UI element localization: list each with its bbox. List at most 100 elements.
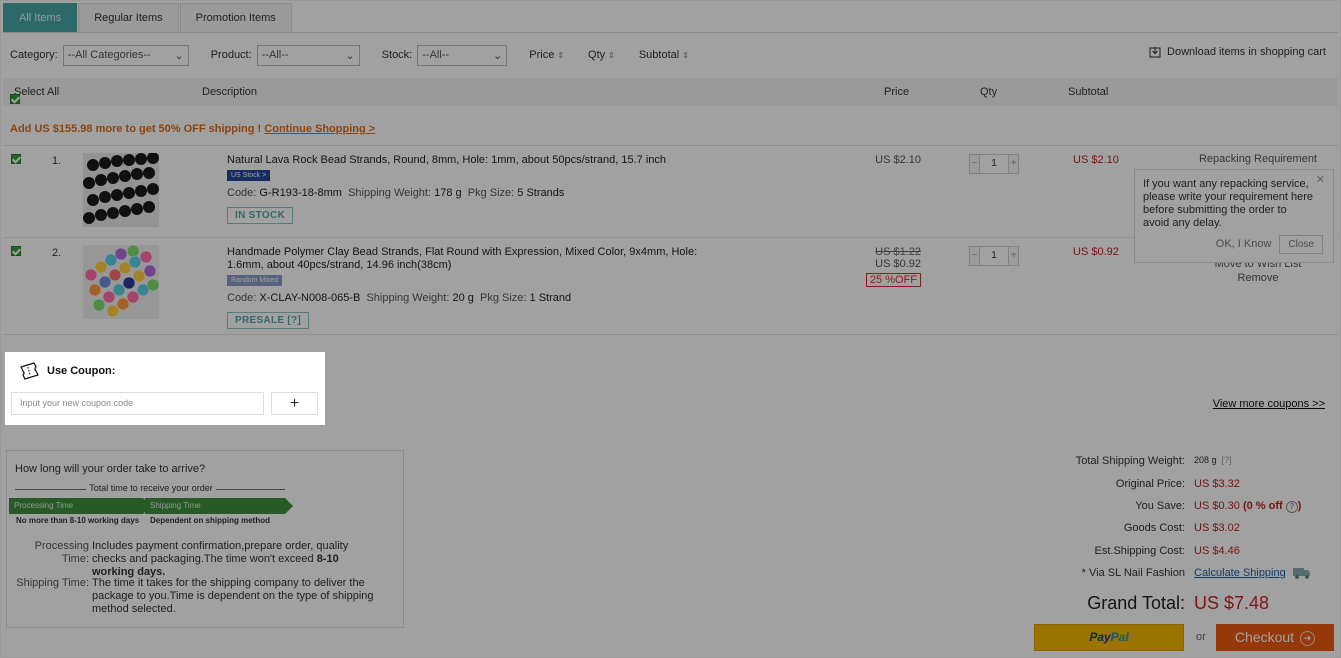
calculate-shipping-link[interactable]: Calculate Shipping [1194, 567, 1286, 579]
processing-note: No more than 8-10 working days [16, 516, 140, 525]
processing-time-label-2: Time: [61, 553, 89, 565]
shopping-cart-page: All Items Regular Items Promotion Items … [0, 0, 1341, 658]
pkg-label: Pkg Size: [480, 292, 527, 304]
product-image[interactable] [83, 245, 159, 319]
add-coupon-button[interactable]: + [271, 392, 318, 415]
download-icon [1149, 47, 1161, 58]
item-price: US $2.10 [861, 154, 921, 166]
filter-bar: Category: --All Categories-- ⌄ Product: … [10, 44, 713, 66]
weight-help-link[interactable]: [?] [1222, 455, 1232, 465]
item-weight: 20 g [452, 292, 474, 304]
remove-link[interactable]: Remove [1193, 271, 1323, 285]
tab-regular-items[interactable]: Regular Items [78, 3, 179, 32]
total-time-label: Total time to receive your order [15, 483, 287, 493]
help-icon[interactable]: ? [1285, 501, 1298, 513]
item-description: Natural Lava Rock Bead Strands, Round, 8… [227, 154, 727, 224]
item-checkbox[interactable] [11, 154, 21, 164]
shipping-time-arrow: Shipping Time [145, 498, 293, 514]
coupon-ticket-icon [20, 362, 39, 380]
item-number: 2. [52, 247, 62, 259]
qty-decrease-button[interactable]: − [969, 246, 980, 266]
item-meta: Code: G-R193-18-8mm Shipping Weight: 178… [227, 187, 727, 200]
paypal-button[interactable]: PayPal [1034, 624, 1184, 651]
cart-tabs: All Items Regular Items Promotion Items [3, 3, 293, 33]
shipping-time-label: Shipping Time: [16, 577, 89, 589]
chevron-down-icon: ⌄ [493, 49, 503, 62]
item-actions: Repacking Requirement [1193, 152, 1323, 166]
tab-all-items[interactable]: All Items [3, 3, 78, 32]
header-price: Price [884, 86, 910, 98]
total-weight-label: Total Shipping Weight: [1075, 455, 1185, 467]
sort-qty-label: Qty [588, 49, 606, 61]
item-price-value: US $2.10 [875, 154, 921, 166]
table-header: Select All Description Price Qty Subtota… [3, 78, 1338, 106]
paypal-pal-text: Pal [1110, 630, 1129, 644]
qty-increase-button[interactable]: + [1008, 154, 1019, 174]
view-more-coupons-link[interactable]: View more coupons >> [1213, 398, 1325, 410]
weight-label: Shipping Weight: [348, 187, 432, 199]
calculate-shipping: Calculate Shipping [1194, 567, 1311, 579]
summary-via-row: * Via SL Nail Fashion Calculate Shipping [1001, 567, 1331, 583]
continue-shopping-link[interactable]: Continue Shopping > [264, 123, 375, 135]
qty-decrease-button[interactable]: − [969, 154, 980, 174]
stock-select[interactable]: --All-- ⌄ [417, 44, 508, 66]
shipping-cost-value: US $4.46 [1194, 545, 1240, 557]
goods-cost-label: Goods Cost: [1123, 522, 1185, 534]
pkg-label: Pkg Size: [467, 187, 515, 199]
stock-status-badge: IN STOCK [227, 207, 293, 224]
us-stock-badge[interactable]: US Stock > [227, 170, 271, 181]
coupon-panel: Use Coupon: Input your new coupon code + [5, 352, 325, 425]
item-title[interactable]: Natural Lava Rock Bead Strands, Round, 8… [227, 154, 727, 167]
qty-input[interactable]: 1 [980, 154, 1008, 174]
weight-label: Shipping Weight: [366, 292, 450, 304]
repacking-requirement-link[interactable]: Repacking Requirement [1193, 152, 1323, 166]
item-title[interactable]: Handmade Polymer Clay Bead Strands, Flat… [227, 246, 717, 272]
tooltip-text: If you want any repacking service, pleas… [1143, 178, 1313, 229]
select-all[interactable]: Select All [10, 86, 59, 104]
category-select[interactable]: --All Categories-- ⌄ [62, 44, 189, 66]
summary-goods-row: Goods Cost: US $3.02 [1001, 522, 1331, 538]
coupon-code-input[interactable]: Input your new coupon code [11, 392, 264, 415]
repacking-tooltip: ✕ If you want any repacking service, ple… [1134, 169, 1334, 263]
checkout-button[interactable]: Checkout ➜ [1216, 624, 1334, 651]
or-separator: or [1196, 631, 1206, 643]
item-weight: 178 g [434, 187, 462, 199]
presale-badge[interactable]: PRESALE [?] [227, 312, 310, 329]
sort-subtotal[interactable]: Subtotal ⇕ [639, 49, 689, 61]
qty-increase-button[interactable]: + [1008, 246, 1019, 266]
qty-input[interactable]: 1 [980, 246, 1008, 266]
item-subtotal: US $0.92 [1073, 246, 1119, 258]
summary-weight-row: Total Shipping Weight: 208 g [?] [1001, 455, 1331, 471]
tooltip-close-button[interactable]: Close [1279, 235, 1323, 254]
you-save-label: You Save: [1135, 500, 1185, 512]
coupon-title-label: Use Coupon: [47, 365, 116, 377]
close-icon[interactable]: ✕ [1316, 174, 1325, 187]
checkout-label: Checkout [1234, 629, 1295, 645]
original-price-label: Original Price: [1115, 478, 1185, 490]
sort-price[interactable]: Price ⇕ [529, 49, 564, 61]
shipping-time-text: The time it takes for the shipping compa… [92, 577, 374, 615]
sort-subtotal-label: Subtotal [638, 49, 680, 61]
ok-i-know-link[interactable]: OK, I Know [1216, 238, 1272, 251]
tab-promotion-items[interactable]: Promotion Items [179, 3, 292, 32]
item-checkbox[interactable] [11, 246, 21, 256]
header-qty: Qty [980, 86, 998, 98]
item-price: US $1.22 US $0.92 25 %OFF [861, 246, 921, 287]
sort-arrows-icon: ⇕ [608, 51, 615, 60]
you-save-end: ) [1297, 500, 1302, 512]
item-number: 1. [52, 155, 62, 167]
select-all-checkbox[interactable] [10, 94, 20, 104]
download-cart-link[interactable]: Download items in shopping cart [1149, 46, 1326, 58]
sort-qty[interactable]: Qty ⇕ [588, 49, 615, 61]
grand-total-value: US $7.48 [1194, 593, 1270, 613]
sort-price-label: Price [529, 49, 555, 61]
product-image[interactable] [83, 153, 159, 227]
product-label: Product: [210, 49, 252, 61]
item-code: X-CLAY-N008-065-B [259, 292, 361, 304]
shipping-cost-label: Est.Shipping Cost: [1094, 545, 1186, 557]
discount-badge: 25 %OFF [865, 273, 921, 287]
truck-icon [1292, 568, 1310, 579]
processing-time-label: Processing Time: [7, 540, 89, 566]
product-select[interactable]: --All-- ⌄ [256, 44, 360, 66]
original-price-value: US $3.32 [1194, 478, 1240, 490]
